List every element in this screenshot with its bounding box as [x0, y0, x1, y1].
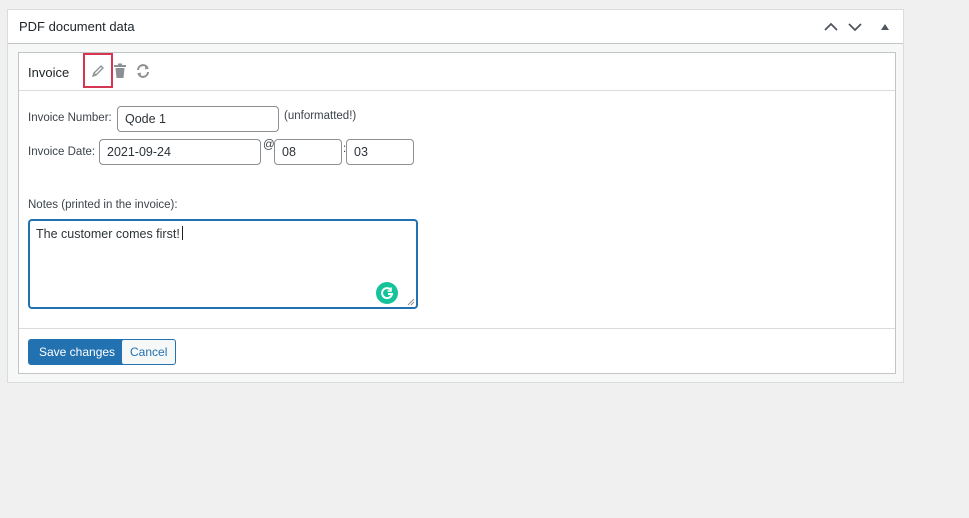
chevron-down-icon	[848, 23, 862, 32]
invoice-date-input[interactable]	[99, 139, 261, 165]
move-down-button[interactable]	[845, 17, 865, 37]
edit-button[interactable]	[83, 53, 113, 88]
move-up-button[interactable]	[821, 17, 841, 37]
refresh-icon	[137, 64, 149, 78]
document-header: Invoice	[19, 53, 895, 91]
toggle-panel-button[interactable]	[875, 17, 895, 37]
pdf-document-data-panel: PDF document data Invoice Invoice Number…	[7, 9, 904, 383]
resize-handle-icon[interactable]	[406, 297, 415, 306]
invoice-number-label: Invoice Number:	[28, 112, 112, 124]
invoice-date-label: Invoice Date:	[28, 146, 96, 158]
grammarly-button[interactable]	[376, 282, 398, 304]
pencil-icon	[91, 64, 104, 77]
notes-text: The customer comes first!	[36, 227, 180, 241]
cancel-button[interactable]: Cancel	[121, 339, 177, 365]
grammarly-icon	[381, 287, 394, 300]
triangle-up-icon	[881, 24, 889, 30]
delete-button[interactable]	[113, 63, 129, 79]
chevron-up-icon	[824, 22, 838, 31]
regenerate-button[interactable]	[135, 63, 151, 79]
save-changes-button[interactable]: Save changes	[28, 339, 127, 365]
panel-title: PDF document data	[19, 19, 135, 34]
panel-header: PDF document data	[8, 10, 903, 44]
panel-actions	[821, 17, 895, 37]
trash-icon	[114, 63, 126, 78]
notes-label: Notes (printed in the invoice):	[28, 199, 178, 211]
invoice-document-box: Invoice Invoice Number: Qode 1 (unformat…	[18, 52, 896, 374]
invoice-minute-input[interactable]	[346, 139, 414, 165]
notes-textarea[interactable]: The customer comes first!	[28, 219, 418, 309]
document-title: Invoice	[28, 65, 70, 80]
text-caret	[181, 226, 183, 240]
at-symbol: @	[263, 139, 275, 151]
invoice-number-input[interactable]	[117, 106, 279, 132]
document-footer: Save changes Cancel	[19, 328, 895, 375]
unformatted-note: (unformatted!)	[284, 110, 357, 122]
invoice-hour-input[interactable]	[274, 139, 342, 165]
